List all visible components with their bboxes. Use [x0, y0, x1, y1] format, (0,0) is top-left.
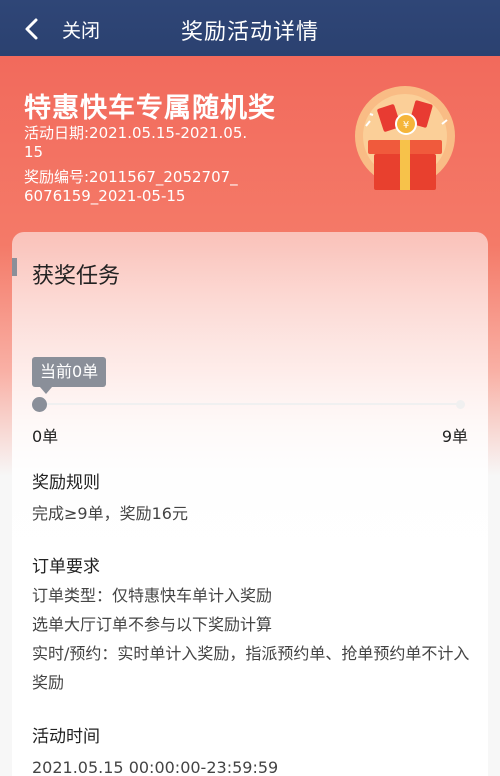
order-realtime-text: 实时/预约：实时单计入奖励，指派预约单、抢单预约单不计入奖励	[32, 644, 470, 692]
top-nav-bar: 关闭 奖励活动详情	[0, 0, 500, 56]
activity-time-heading: 活动时间	[32, 727, 100, 747]
page-title: 奖励活动详情	[180, 20, 319, 45]
rules-heading: 奖励规则	[32, 473, 100, 493]
activity-title: 特惠快车专属随机奖	[24, 93, 276, 124]
order-requirements-heading: 订单要求	[32, 557, 100, 577]
order-hall-text: 选单大厅订单不参与以下奖励计算	[32, 615, 273, 634]
activity-time-text: 2021.05.15 00:00:00-23:59:59	[32, 758, 279, 776]
activity-date: 活动日期:2021.05.15-2021.05.15	[24, 124, 248, 161]
section-marker	[12, 258, 17, 276]
task-title: 获奖任务	[32, 264, 121, 289]
progress-end-label: 9单	[441, 427, 468, 446]
order-type-text: 订单类型：仅特惠快车单计入奖励	[32, 586, 273, 605]
svg-text:¥: ¥	[403, 120, 409, 131]
progress-indicator	[32, 397, 47, 412]
progress-start-label: 0单	[32, 427, 59, 446]
reward-id: 奖励编号:2011567_2052707_6076159_2021-05-15	[24, 168, 238, 205]
gift-box-icon: ¥	[355, 86, 455, 190]
progress-end-point	[456, 400, 465, 409]
rules-text: 完成≥9单，奖励16元	[32, 504, 188, 523]
progress-track	[40, 403, 462, 405]
current-progress-badge: 当前0单	[32, 357, 107, 394]
